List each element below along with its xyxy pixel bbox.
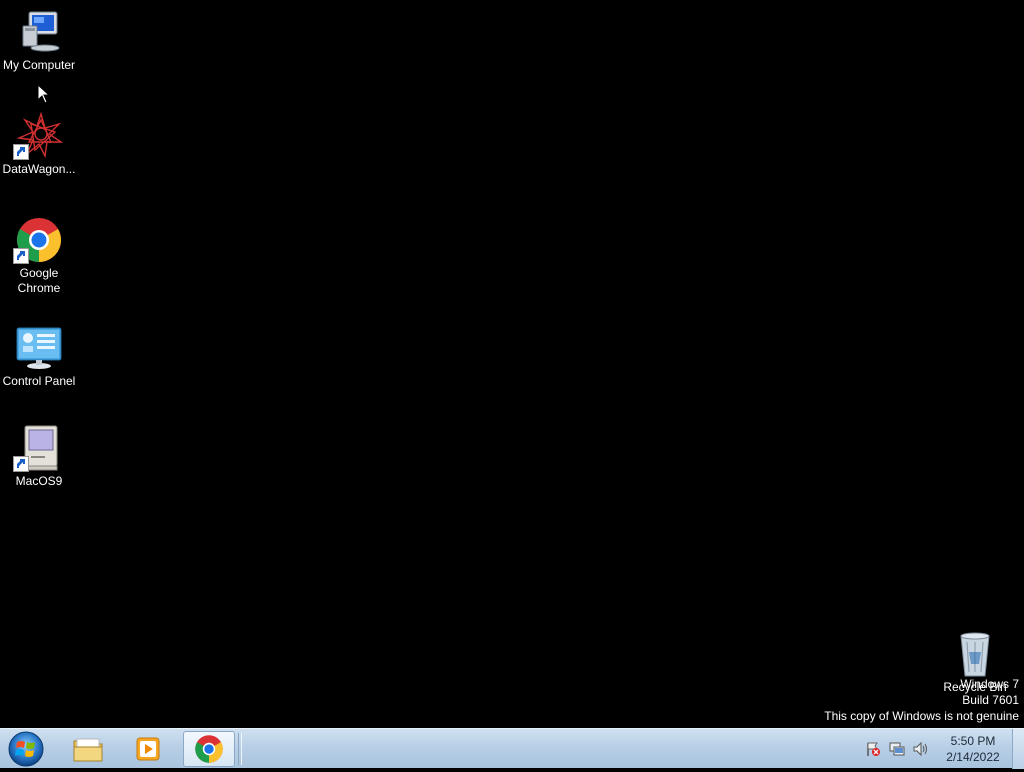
windows-logo-icon (8, 731, 44, 767)
folder-icon (73, 738, 103, 762)
desktop-icon-macos9[interactable]: MacOS9 (0, 424, 78, 489)
shortcut-arrow-icon (13, 144, 29, 160)
action-center-flag-icon[interactable] (864, 740, 882, 758)
recycle-bin-icon (951, 630, 999, 678)
chrome-icon (195, 735, 223, 763)
show-desktop-button[interactable] (1012, 729, 1024, 769)
desktop-icon-label: MacOS9 (15, 474, 63, 488)
start-button[interactable] (6, 731, 46, 767)
watermark-os: Windows 7 (960, 677, 1019, 691)
datawagon-icon (13, 111, 64, 160)
watermark-genuine: This copy of Windows is not genuine (824, 709, 1019, 723)
desktop[interactable]: My Computer DataWagon... Google Chrome C… (0, 0, 1024, 728)
chrome-icon (13, 216, 63, 264)
desktop-icon-label: My Computer (2, 58, 76, 72)
desktop-icon-label: DataWagon... (2, 162, 76, 176)
clock-date: 2/14/2022 (946, 750, 1000, 764)
desktop-icon-google-chrome[interactable]: Google Chrome (0, 216, 78, 296)
mouse-cursor-icon (37, 83, 51, 104)
taskbar: 5:50 PM 2/14/2022 (0, 728, 1024, 769)
shortcut-arrow-icon (13, 248, 29, 264)
taskbar-google-chrome[interactable] (183, 731, 235, 767)
volume-icon[interactable] (912, 740, 930, 758)
clock-time: 5:50 PM (950, 734, 996, 748)
taskbar-media-player[interactable] (122, 731, 174, 767)
shortcut-arrow-icon (13, 456, 29, 472)
desktop-icon-label: Google Chrome (17, 266, 61, 295)
watermark-build: Build 7601 (962, 693, 1019, 707)
desktop-icon-control-panel[interactable]: Control Panel (0, 324, 78, 389)
windows-not-genuine-watermark: Windows 7 Build 7601 This copy of Window… (824, 676, 1019, 724)
system-tray (864, 737, 930, 761)
taskbar-windows-explorer[interactable] (62, 731, 114, 767)
desktop-icon-label: Control Panel (2, 374, 76, 388)
desktop-icon-my-computer[interactable]: My Computer (0, 8, 78, 73)
network-icon[interactable] (888, 740, 906, 758)
computer-icon (15, 8, 63, 56)
control-panel-icon (15, 324, 63, 372)
desktop-icon-datawagon[interactable]: DataWagon... (0, 111, 78, 177)
taskbar-clock[interactable]: 5:50 PM 2/14/2022 (940, 733, 1006, 765)
taskbar-separator (238, 733, 242, 765)
media-player-icon (136, 737, 160, 761)
macos9-icon (13, 424, 63, 472)
